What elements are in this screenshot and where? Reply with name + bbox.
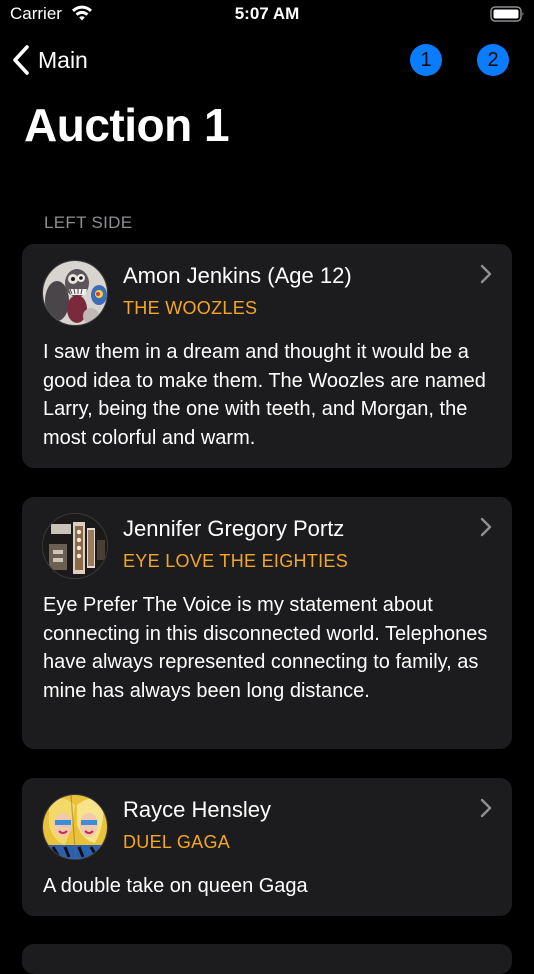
artwork-card[interactable]: Jennifer Gregory Portz EYE LOVE THE EIGH…	[22, 497, 512, 749]
artist-name: Rayce Hensley	[123, 797, 271, 822]
chevron-right-icon	[480, 798, 492, 818]
artwork-card[interactable]: Amon Jenkins (Age 12) THE WOOZLES I saw …	[22, 244, 512, 468]
artwork-thumbnail	[42, 794, 108, 860]
chevron-right-icon	[480, 517, 492, 537]
page-title: Auction 1	[24, 99, 230, 151]
artwork-card[interactable]	[22, 944, 512, 974]
section-header: LEFT SIDE	[44, 213, 133, 232]
chevron-left-icon	[13, 45, 29, 75]
navigation-bar: Main 1 2	[0, 36, 534, 86]
clock: 5:07 AM	[234, 4, 300, 23]
artist-name: Jennifer Gregory Portz	[123, 516, 345, 541]
artwork-thumbnail	[42, 513, 108, 579]
artwork-title: EYE LOVE THE EIGHTIES	[123, 551, 349, 571]
back-button-label: Main	[38, 46, 88, 73]
status-bar: Carrier 5:07 AM	[0, 0, 534, 30]
back-button[interactable]: Main	[10, 42, 88, 78]
artwork-description: I saw them in a dream and thought it wou…	[43, 341, 486, 449]
artwork-thumbnail-image	[43, 795, 107, 859]
artwork-thumbnail-image	[43, 514, 107, 578]
page-2-button[interactable]: 2	[477, 44, 509, 76]
page-1-button[interactable]: 1	[410, 44, 442, 76]
artwork-description: A double take on queen Gaga	[43, 875, 308, 897]
battery-icon	[490, 6, 524, 22]
artwork-card[interactable]: Rayce Hensley DUEL GAGA A double take on…	[22, 778, 512, 916]
chevron-right-icon	[480, 264, 492, 284]
artwork-description: Eye Prefer The Voice is my statement abo…	[43, 594, 488, 702]
artwork-title: DUEL GAGA	[123, 832, 231, 852]
artwork-title: THE WOOZLES	[123, 298, 258, 318]
artist-name: Amon Jenkins (Age 12)	[123, 263, 352, 288]
artwork-thumbnail	[42, 260, 108, 326]
artwork-thumbnail-image	[43, 261, 107, 325]
